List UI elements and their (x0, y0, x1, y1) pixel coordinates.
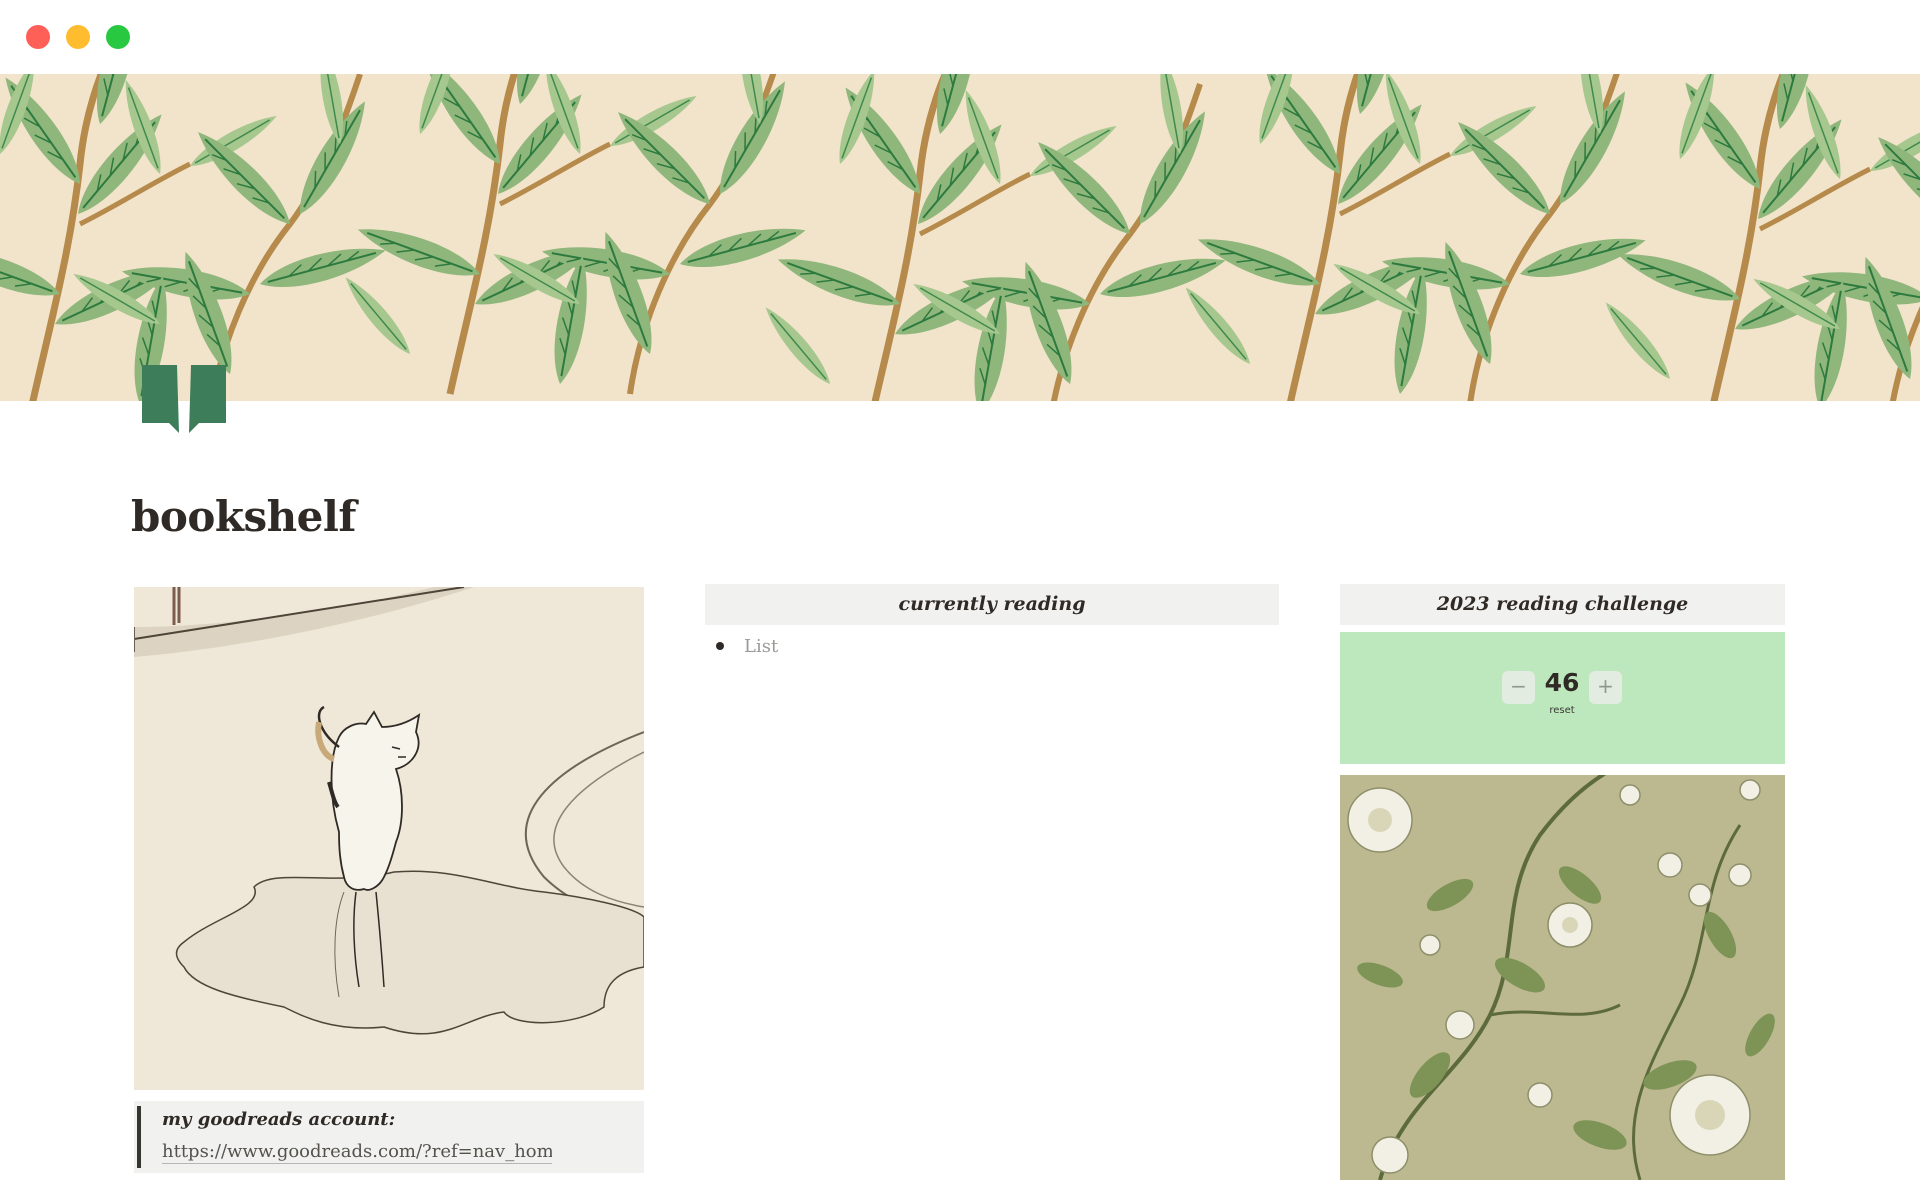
minimize-window-button[interactable] (66, 25, 90, 49)
counter-widget: − 46 + reset (1340, 632, 1785, 764)
cover-image[interactable] (0, 74, 1920, 401)
decrement-button[interactable]: − (1502, 671, 1535, 704)
goodreads-link[interactable]: https://www.goodreads.com/?ref=nav_hom (162, 1141, 552, 1164)
close-window-button[interactable] (26, 25, 50, 49)
currently-reading-header[interactable]: currently reading (705, 584, 1279, 625)
callout-label: my goodreads account: (162, 1109, 396, 1130)
reset-button[interactable]: reset (1535, 705, 1589, 716)
willow-leaf-pattern (0, 74, 1920, 401)
increment-button[interactable]: + (1589, 671, 1622, 704)
window-titlebar (0, 0, 1920, 74)
counter-value: 46 (1544, 668, 1580, 697)
list-item[interactable]: List (716, 633, 778, 659)
list-item-text[interactable]: List (744, 636, 778, 657)
cat-reflection-image[interactable] (134, 587, 644, 1090)
goodreads-callout: my goodreads account: https://www.goodre… (134, 1101, 644, 1173)
reading-challenge-header[interactable]: 2023 reading challenge (1340, 584, 1785, 625)
callout-bar (137, 1106, 141, 1168)
open-book-icon[interactable] (139, 363, 229, 435)
bullet-icon (716, 642, 724, 650)
floral-wallpaper-image[interactable] (1340, 775, 1785, 1180)
page-title[interactable]: bookshelf (131, 492, 356, 541)
maximize-window-button[interactable] (106, 25, 130, 49)
